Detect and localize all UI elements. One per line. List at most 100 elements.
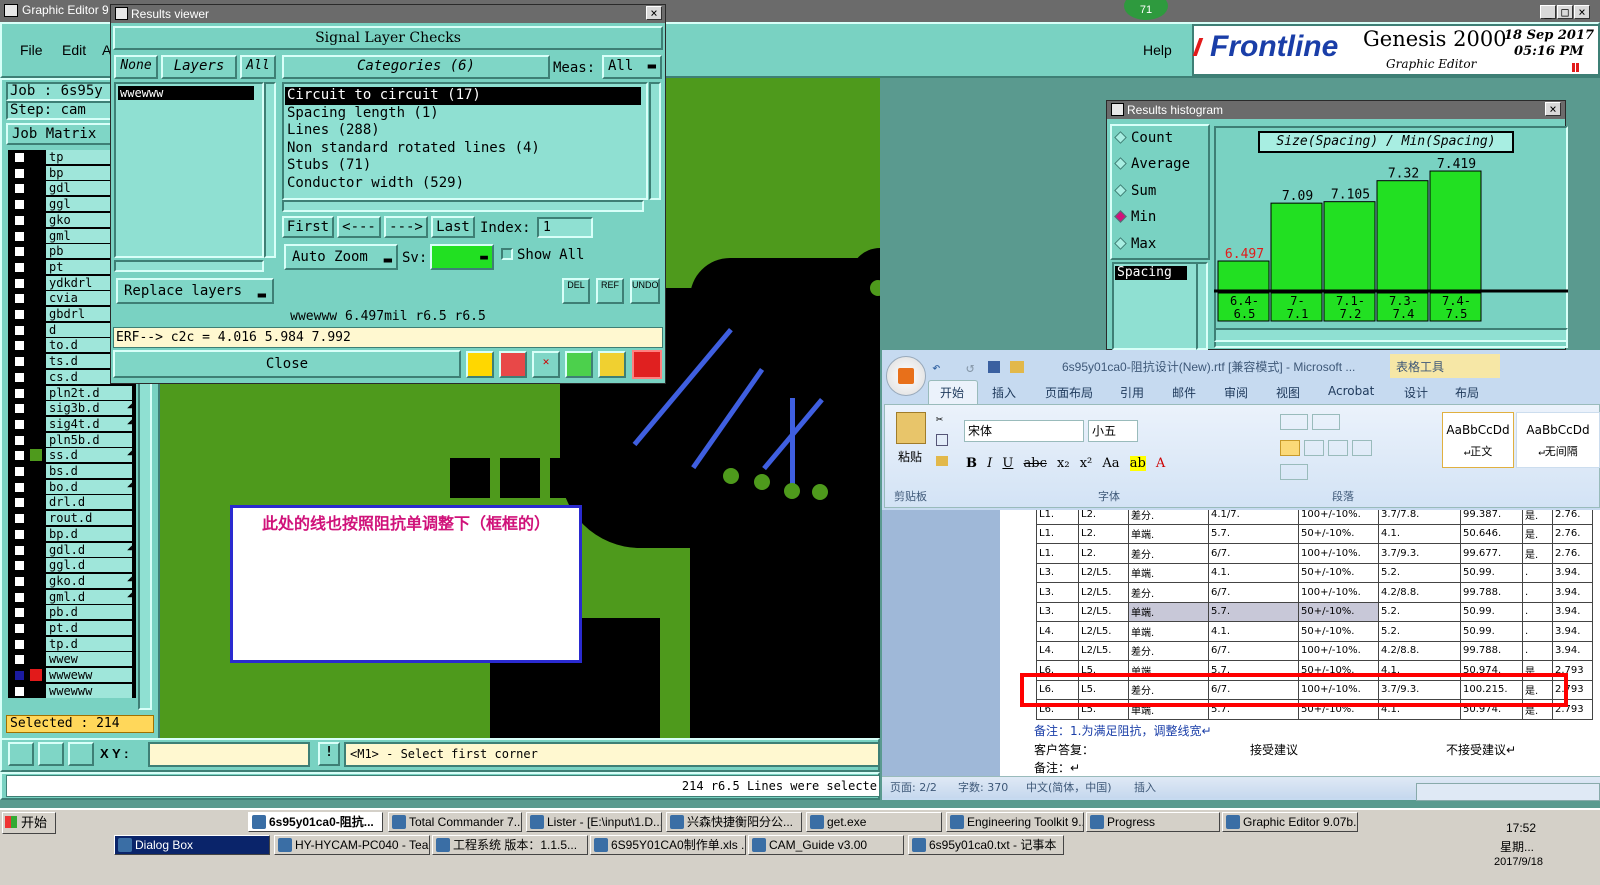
table-cell[interactable]: 100+/-10%. (1298, 640, 1379, 661)
layer-checkbox[interactable] (14, 152, 25, 163)
taskbar-button[interactable]: Progress (1086, 812, 1220, 832)
hist-bar[interactable] (1270, 202, 1323, 291)
menu-file[interactable]: File (20, 42, 43, 58)
table-cell[interactable]: 2.76. (1552, 543, 1593, 564)
underline-button[interactable]: U (1002, 456, 1013, 471)
table-cell[interactable]: L1. (1036, 510, 1079, 525)
hist-bar[interactable] (1323, 201, 1376, 291)
taskbar-button[interactable]: get.exe (806, 812, 942, 832)
ime-toolbar[interactable] (1416, 783, 1600, 801)
ribbon-tab[interactable]: 设计 (1404, 384, 1428, 401)
table-cell[interactable]: L2. (1078, 510, 1129, 525)
layer-row[interactable]: rout.d (10, 511, 134, 527)
hist-bar[interactable] (1217, 260, 1270, 291)
table-cell[interactable]: 4.1/7. (1208, 510, 1299, 525)
layer-checkbox[interactable] (14, 528, 25, 540)
table-cell[interactable]: 50.99. (1460, 621, 1523, 642)
layer-checkbox[interactable] (14, 403, 25, 415)
shading-button[interactable] (1280, 464, 1308, 480)
open-icon[interactable] (1010, 361, 1024, 373)
ribbon-tab[interactable]: Acrobat (1328, 384, 1374, 398)
layer-checkbox[interactable] (14, 167, 25, 179)
table-cell[interactable]: . (1522, 601, 1553, 622)
copy-icon[interactable] (936, 434, 948, 446)
layer-checkbox[interactable] (14, 434, 25, 446)
layer-listbox[interactable] (114, 82, 264, 258)
numbering-button[interactable] (1312, 414, 1340, 430)
table-cell[interactable]: . (1522, 621, 1553, 642)
layer-checkbox[interactable] (14, 450, 25, 462)
strikethrough-button[interactable]: abc (1024, 456, 1047, 471)
ref-button[interactable]: REF (596, 278, 624, 304)
layer-checkbox[interactable] (14, 481, 25, 493)
status-page[interactable]: 页面: 2/2 (890, 779, 937, 795)
table-cell[interactable]: 100+/-10%. (1298, 510, 1379, 525)
taskbar-button[interactable]: 6S95Y01CA0制作单.xls ... (590, 835, 746, 855)
show-all-checkbox[interactable] (501, 248, 513, 260)
zoom-tool-icon[interactable] (8, 742, 34, 766)
table-cell[interactable]: L2/L5. (1078, 601, 1129, 622)
taskbar-button[interactable]: 兴森快捷衡阳分公... (666, 812, 802, 832)
justify-button[interactable] (1352, 440, 1372, 456)
table-cell[interactable]: 单端. (1128, 562, 1209, 583)
status-insert[interactable]: 插入 (1134, 779, 1156, 795)
close-main-button[interactable]: × (1574, 5, 1590, 19)
taskbar-button[interactable]: 6s95y01ca0.txt - 记事本 (908, 835, 1064, 855)
layer-checkbox[interactable] (14, 371, 25, 383)
table-cell[interactable]: 3.94. (1552, 601, 1593, 622)
layer-row[interactable]: sig4t.d ◢ (10, 416, 134, 433)
layer-checkbox[interactable] (14, 591, 25, 603)
layer-checkbox[interactable] (14, 214, 25, 226)
ribbon-tab[interactable]: 页面布局 (1045, 384, 1093, 401)
table-cell[interactable]: 5.7. (1208, 601, 1299, 622)
change-case-button[interactable]: Aa (1102, 456, 1119, 471)
category-item[interactable]: Spacing length (1) (285, 105, 641, 123)
status-lang[interactable]: 中文(简体，中国) (1026, 779, 1112, 795)
taskbar-button[interactable]: Graphic Editor 9.07b... (1222, 812, 1358, 832)
layer-checkbox[interactable] (14, 670, 25, 682)
layer-checkbox[interactable] (14, 309, 25, 320)
category-item[interactable]: Non standard rotated lines (4) (285, 140, 641, 158)
layer-row[interactable]: gdl.d ◢ (10, 542, 134, 559)
ribbon-tab[interactable]: 引用 (1120, 384, 1144, 401)
table-cell[interactable]: L2/L5. (1078, 621, 1129, 642)
table-cell[interactable]: 3.94. (1552, 640, 1593, 661)
layer-checkbox[interactable] (14, 544, 25, 556)
rv-close-x-button[interactable]: × (646, 6, 662, 20)
table-cell[interactable]: L4. (1036, 640, 1079, 661)
table-cell[interactable]: 50.99. (1460, 562, 1523, 583)
taskbar-button[interactable]: CAM_Guide v3.00 (748, 835, 904, 855)
meas-dropdown[interactable]: All ▬ (602, 55, 662, 79)
quicklaunch-icons[interactable] (120, 814, 240, 832)
table-cell[interactable]: . (1522, 582, 1553, 603)
layer-row[interactable]: wwewww (10, 683, 134, 700)
save-icon[interactable] (988, 361, 1000, 373)
layer-checkbox[interactable] (14, 261, 25, 273)
hist-option-count[interactable]: Count (1114, 130, 1208, 156)
hist-option-min[interactable]: Min (1114, 209, 1208, 235)
align-right-button[interactable] (1328, 440, 1348, 456)
table-cell[interactable]: L2/L5. (1078, 562, 1129, 583)
table-cell[interactable]: L2. (1078, 543, 1129, 564)
table-cell[interactable]: 6/7. (1208, 640, 1299, 661)
alert-button[interactable]: ! (318, 742, 340, 766)
last-button[interactable]: Last (431, 216, 475, 238)
table-cell[interactable]: 4.2/8.8. (1378, 582, 1461, 603)
layer-row[interactable]: bp.d (10, 526, 134, 543)
taskbar-button[interactable]: 工程系统 版本：1.1.5... (432, 835, 588, 855)
layer-checkbox[interactable] (14, 277, 25, 289)
superscript-button[interactable]: x² (1080, 456, 1093, 471)
layer-checkbox[interactable] (14, 654, 25, 666)
table-cell[interactable]: 50+/-10%. (1298, 523, 1379, 544)
table-cell[interactable]: 50.646. (1460, 523, 1523, 544)
redo-icon[interactable]: ↺ (966, 360, 974, 376)
table-cell[interactable]: . (1522, 640, 1553, 661)
layer-checkbox[interactable] (14, 513, 25, 525)
table-cell[interactable]: 50.99. (1460, 601, 1523, 622)
layer-row[interactable]: pb.d (10, 605, 134, 621)
layer-list-item[interactable]: wwewww (118, 86, 254, 100)
hist-bar[interactable] (1376, 180, 1429, 291)
window-icon[interactable] (499, 351, 527, 378)
undo-button[interactable]: UNDO (630, 278, 660, 304)
layer-checkbox[interactable] (14, 575, 25, 587)
